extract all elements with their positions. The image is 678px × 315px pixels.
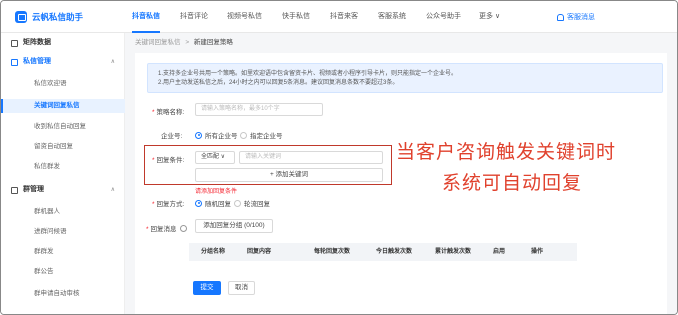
radio-checked-icon — [195, 199, 202, 207]
customer-messages-link[interactable]: 客服消息 — [557, 12, 595, 22]
breadcrumb-parent[interactable]: 关键词回复私信 — [135, 39, 181, 46]
nav-tab-douyin-dm[interactable]: 抖音私信 — [132, 1, 160, 33]
app-title: 云帆私信助手 — [32, 12, 84, 22]
sidebar-item-broadcast[interactable]: 私信群发 — [1, 160, 125, 174]
sidebar-item-group-broadcast[interactable]: 群群发 — [1, 245, 125, 259]
sidebar-group-group-management[interactable]: 群管理 ∧ — [1, 183, 125, 197]
group-icon — [11, 187, 18, 194]
sidebar-item-group-bot[interactable]: 群机器人 — [1, 205, 125, 219]
nav-tab-official-account[interactable]: 公众号助手 — [426, 1, 461, 33]
nav-tab-douyin-comments[interactable]: 抖音评论 — [180, 1, 208, 33]
radio-label: 指定企业号 — [250, 133, 283, 140]
message-label: * 回复消息 — [146, 223, 188, 233]
col-reply-content: 回复内容 — [247, 249, 272, 255]
col-per-round-count: 每轮回复次数 — [314, 249, 351, 255]
reply-group-table-header: 分组名称 回复内容 每轮回复次数 今日触发次数 累计触发次数 启用 操作 — [189, 243, 577, 261]
radio-unchecked-icon — [234, 199, 241, 207]
condition-error: 请添加回复条件 — [195, 189, 238, 195]
info-tip: 1.支持多企业号共用一个策略。如里欢迎语中包含留资卡片、视频或者小程序引导卡片，… — [147, 63, 663, 93]
sidebar-item-matrix-data[interactable]: 矩阵数据 — [1, 36, 125, 50]
breadcrumb-separator: > — [185, 39, 190, 46]
chevron-up-icon: ∧ — [110, 187, 115, 193]
nav-tab-kuaishou-dm[interactable]: 快手私信 — [282, 1, 310, 33]
nav-tab-customer-service[interactable]: 客服系统 — [378, 1, 406, 33]
col-total-triggers: 累计触发次数 — [435, 249, 472, 255]
radio-specific-account[interactable]: 指定企业号 — [240, 130, 283, 140]
nav-tab-douyin-laike[interactable]: 抖音来客 — [330, 1, 358, 33]
radio-unchecked-icon — [240, 131, 247, 139]
col-today-triggers: 今日触发次数 — [376, 249, 413, 255]
mode-label: * 回复方式: — [152, 201, 185, 208]
radio-round-robin-reply[interactable]: 轮流回复 — [234, 198, 270, 208]
highlight-box — [144, 145, 392, 185]
cancel-button[interactable]: 取消 — [228, 281, 255, 295]
message-icon — [11, 59, 18, 66]
grid-icon — [11, 40, 18, 47]
app-logo[interactable]: 云帆私信助手 — [15, 11, 83, 23]
breadcrumb: 关键词回复私信 > 新建回复策略 — [135, 36, 233, 46]
tip-line-2: 2.用户主动发送私信之后，24小时之内可以回复5条消息。建议回复消息条数不要超过… — [158, 80, 399, 86]
sidebar: 矩阵数据 私信管理 ∧ 私信欢迎语 关键词回复私信 收到私信自动回复 留资自动回… — [1, 33, 125, 314]
sidebar-item-label: 矩阵数据 — [23, 39, 51, 46]
annotation-line-2: 系统可自动回复 — [442, 172, 583, 194]
sidebar-item-keyword-reply[interactable]: 关键词回复私信 — [1, 99, 125, 113]
sidebar-item-welcome[interactable]: 私信欢迎语 — [1, 77, 125, 91]
col-actions: 操作 — [531, 249, 544, 255]
nav-more-dropdown[interactable]: 更多 ∨ — [479, 1, 500, 33]
nav-tab-channels-dm[interactable]: 视频号私信 — [227, 1, 262, 33]
help-icon[interactable] — [180, 225, 188, 232]
app-window: 云帆私信助手 抖音私信 抖音评论 视频号私信 快手私信 抖音来客 客服系统 公众… — [0, 0, 678, 315]
logo-icon — [15, 11, 27, 23]
breadcrumb-current: 新建回复策略 — [193, 39, 233, 46]
radio-all-accounts[interactable]: 所有企业号 — [195, 130, 238, 140]
policy-name-input[interactable]: 请输入策略名称，最多10个字 — [195, 103, 323, 116]
customer-messages-label: 客服消息 — [567, 14, 595, 21]
sidebar-group-dm-management[interactable]: 私信管理 ∧ — [1, 55, 125, 69]
add-reply-group-button[interactable]: 添加回复分组 (0/100) — [195, 219, 273, 233]
sidebar-item-group-notice[interactable]: 群公告 — [1, 265, 125, 279]
top-nav: 抖音私信 抖音评论 视频号私信 快手私信 抖音来客 客服系统 公众号助手 更多 … — [132, 1, 500, 33]
submit-button[interactable]: 提交 — [193, 281, 221, 295]
policy-name-label: * 策略名称: — [152, 109, 185, 116]
col-enabled: 启用 — [493, 249, 506, 255]
radio-random-reply[interactable]: 随机回复 — [195, 198, 231, 208]
radio-label: 轮流回复 — [244, 201, 270, 208]
chevron-up-icon: ∧ — [110, 59, 115, 65]
sidebar-item-group-review[interactable]: 群申请自动审核 — [1, 287, 125, 301]
sidebar-item-lead-reply[interactable]: 留资自动回复 — [1, 140, 125, 154]
sidebar-group-label: 私信管理 — [23, 58, 51, 65]
col-group-name: 分组名称 — [201, 249, 226, 255]
annotation-line-1: 当客户咨询触发关键词时 — [396, 141, 617, 163]
sidebar-item-auto-reply[interactable]: 收到私信自动回复 — [1, 120, 125, 134]
sidebar-group-label: 群管理 — [23, 186, 44, 193]
top-bar: 云帆私信助手 抖音私信 抖音评论 视频号私信 快手私信 抖音来客 客服系统 公众… — [1, 1, 677, 33]
account-label: 企业号: — [161, 133, 183, 140]
bell-icon — [557, 13, 564, 21]
radio-label: 所有企业号 — [205, 133, 238, 140]
radio-checked-icon — [195, 131, 202, 139]
tip-line-1: 1.支持多企业号共用一个策略。如里欢迎语中包含留资卡片、视频或者小程序引导卡片，… — [158, 71, 458, 77]
sidebar-item-group-greeting[interactable]: 进群问候语 — [1, 225, 125, 239]
radio-label: 随机回复 — [205, 201, 231, 208]
